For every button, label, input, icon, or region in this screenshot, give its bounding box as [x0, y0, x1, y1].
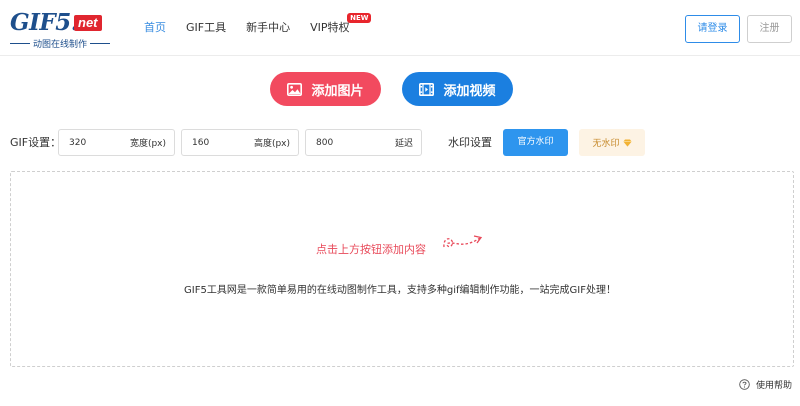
login-button[interactable]: 请登录 [685, 15, 740, 43]
width-unit: 宽度(px) [129, 139, 166, 149]
no-watermark-label: 无水印 [592, 139, 620, 149]
watermark-settings-label: 水印设置 [448, 136, 492, 149]
drop-area[interactable] [10, 171, 794, 367]
gif-settings-label: GIF设置： [10, 136, 62, 149]
logo-divider-right [90, 43, 111, 44]
logo-net-badge: net [74, 15, 102, 31]
add-image-button[interactable]: 添加图片 [270, 72, 381, 106]
delay-value[interactable]: 800 [306, 138, 395, 148]
logo-text: GIF5. [10, 9, 79, 36]
help-link[interactable]: 使用帮助 [739, 378, 792, 391]
official-watermark-button[interactable]: 官方水印 [503, 129, 568, 156]
nav-item-beginner-center[interactable]: 新手中心 [246, 20, 290, 36]
nav-item-vip[interactable]: VIP特权 NEW [310, 13, 372, 36]
curved-arrow-icon [443, 235, 483, 248]
nav-item-home[interactable]: 首页 [144, 20, 166, 36]
width-value[interactable]: 320 [59, 138, 130, 148]
help-label: 使用帮助 [756, 381, 793, 391]
nav-item-vip-label: VIP特权 [310, 21, 350, 34]
question-circle-icon [739, 379, 750, 390]
height-field[interactable]: 160 高度(px) [181, 129, 299, 156]
logo-subtitle: 动图在线制作 [10, 37, 111, 50]
logo-divider-left [10, 43, 30, 44]
height-value[interactable]: 160 [182, 138, 254, 148]
nav-item-gif-tools[interactable]: GIF工具 [186, 20, 226, 36]
site-description: GIF5工具网是一款简单易用的在线动图制作工具，支持多种gif编辑制作功能，一站… [184, 285, 616, 296]
no-watermark-button[interactable]: 无水印 [579, 129, 645, 156]
add-content-hint: 点击上方按钮添加内容 [316, 243, 426, 256]
add-video-label: 添加视频 [443, 83, 496, 99]
main-nav: 首页 GIF工具 新手中心 VIP特权 NEW [144, 13, 372, 36]
image-icon [287, 82, 303, 96]
add-video-button[interactable]: 添加视频 [402, 72, 513, 106]
height-unit: 高度(px) [253, 139, 290, 149]
diamond-icon [622, 139, 632, 147]
register-button[interactable]: 注册 [747, 15, 792, 43]
add-image-label: 添加图片 [311, 83, 364, 99]
logo-subtitle-text: 动图在线制作 [33, 40, 88, 50]
film-icon [419, 82, 435, 96]
delay-field[interactable]: 800 延迟 [305, 129, 422, 156]
delay-unit: 延迟 [394, 139, 413, 149]
header: GIF5. net 动图在线制作 首页 GIF工具 新手中心 VIP特权 NEW… [0, 0, 800, 56]
site-logo[interactable]: GIF5. net 动图在线制作 [10, 9, 111, 50]
new-badge: NEW [347, 13, 372, 23]
width-field[interactable]: 320 宽度(px) [58, 129, 175, 156]
